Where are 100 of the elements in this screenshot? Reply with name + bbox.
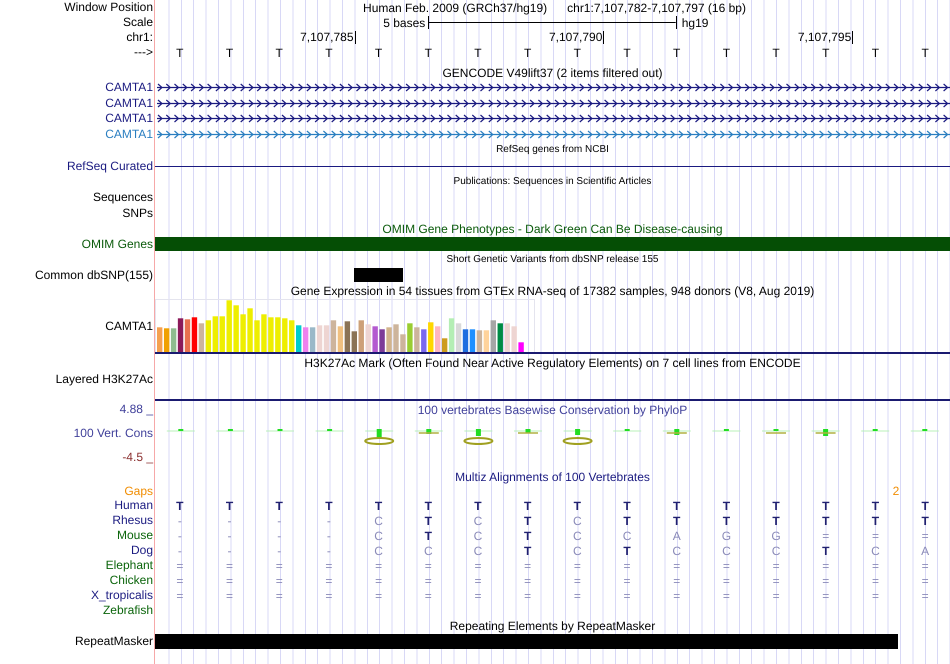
alignment-base: C <box>472 514 484 528</box>
alignment-base: = <box>920 588 930 602</box>
base-letter: T <box>821 46 830 60</box>
track-label[interactable]: Sequences <box>92 190 153 206</box>
base-letter: T <box>722 46 732 60</box>
alignment-base: T <box>771 514 781 528</box>
track-label[interactable]: Layered H3K27Ac <box>56 372 153 387</box>
base-letter: T <box>374 46 384 60</box>
alignment-base: T <box>473 498 483 512</box>
alignment-base: C <box>472 528 484 542</box>
alignment-base: = <box>424 574 433 588</box>
alignment-base: T <box>821 544 830 558</box>
alignment-base: T <box>622 498 632 512</box>
track-title: Gene Expression in 54 tissues from GTEx RNA-seq of 17382 samples, 948 donors (V8, Aug 2019) <box>290 284 814 298</box>
track-title: Short Genetic Variants from dbSNP release 155 <box>446 252 658 266</box>
species-label[interactable]: Mouse <box>116 528 153 543</box>
alignment-base: C <box>671 544 682 558</box>
alignment-base: = <box>324 588 334 602</box>
row-label[interactable]: chr1: <box>126 30 153 45</box>
alignment-base: - <box>226 528 233 542</box>
species-label[interactable]: Zebrafish <box>102 603 153 618</box>
alignment-base: T <box>870 498 880 512</box>
assembly-name: Human Feb. 2009 (GRCh37/hg19) <box>363 0 548 14</box>
alignment-base: C <box>422 544 434 558</box>
row-label[interactable]: Scale <box>122 15 153 30</box>
alignment-base: = <box>572 574 582 588</box>
track-label[interactable]: Common dbSNP(155) <box>34 268 153 282</box>
strand-label[interactable]: ---> <box>134 45 153 60</box>
omim-gene-bar[interactable] <box>155 237 950 251</box>
gene-label[interactable]: CAMTA1 <box>105 80 153 96</box>
alignment-base: - <box>226 514 233 528</box>
repeat-element-bar[interactable] <box>155 634 898 648</box>
species-label[interactable]: Elephant <box>106 558 153 573</box>
gene-feature[interactable] <box>156 114 950 123</box>
alignment-base: = <box>523 558 532 572</box>
expression-bar[interactable] <box>178 318 184 352</box>
track-label[interactable]: 100 Vert. Cons <box>74 426 153 441</box>
alignment-base: = <box>473 588 482 602</box>
gene-label[interactable]: CAMTA1 <box>105 111 153 126</box>
base-letter: T <box>175 46 185 60</box>
track-label[interactable]: SNPs <box>122 206 153 221</box>
alignment-base: - <box>276 514 282 528</box>
alignment-base: = <box>821 528 830 542</box>
alignment-base: C <box>373 528 384 542</box>
alignment-base: = <box>821 558 830 572</box>
alignment-base: - <box>326 528 332 542</box>
alignment-base: T <box>424 498 433 512</box>
track-label[interactable]: CAMTA1 <box>105 319 153 334</box>
expression-bar[interactable] <box>379 329 385 352</box>
alignment-base: C <box>572 514 583 528</box>
alignment-base: C <box>622 528 632 542</box>
expression-bar[interactable] <box>302 327 308 352</box>
alignment-base: = <box>870 528 880 542</box>
expression-bar[interactable] <box>192 317 198 352</box>
gene-feature[interactable] <box>156 99 950 108</box>
base-letter: T <box>672 46 682 60</box>
expression-bar[interactable] <box>372 326 378 352</box>
expression-bar[interactable] <box>421 329 426 352</box>
alignment-base: T <box>722 498 732 512</box>
alignment-base: = <box>672 558 682 572</box>
alignment-base: T <box>622 514 632 528</box>
track-label[interactable]: RepeatMasker <box>74 634 153 648</box>
alignment-base: = <box>622 588 632 602</box>
alignment-base: = <box>374 574 384 588</box>
track-title: H3K27Ac Mark (Often Found Near Active Regulatory Elements) on 7 cell lines from ENCODE <box>304 356 801 370</box>
alignment-base: = <box>920 574 930 588</box>
base-letter: T <box>424 46 433 60</box>
species-label[interactable]: Human <box>114 498 153 513</box>
species-label[interactable]: Dog <box>130 543 153 558</box>
alignment-base: = <box>772 574 781 588</box>
track-title: Repeating Elements by RepeatMasker <box>450 618 656 632</box>
expression-bar[interactable] <box>344 321 350 352</box>
gene-feature[interactable] <box>156 84 950 92</box>
coordinate-tick: 7,107,785 <box>300 31 356 44</box>
base-letter: T <box>473 46 483 60</box>
alignment-base: C <box>472 544 484 558</box>
gene-label[interactable]: CAMTA1 <box>105 126 153 142</box>
variant-feature[interactable] <box>354 268 404 282</box>
alignment-base: = <box>722 574 731 588</box>
alignment-base: = <box>672 574 682 588</box>
alignment-base: = <box>324 574 334 588</box>
alignment-base: = <box>821 574 830 588</box>
gene-label[interactable]: CAMTA1 <box>105 96 153 111</box>
species-label[interactable]: Rhesus <box>112 513 153 528</box>
expression-bar[interactable] <box>470 329 476 352</box>
species-label[interactable]: X_tropicalis <box>90 588 153 603</box>
coordinate-tick: 7,107,790 <box>548 31 604 44</box>
row-label[interactable]: Window Position <box>64 0 153 15</box>
alignment-base: = <box>920 528 930 542</box>
track-label[interactable]: OMIM Genes <box>82 236 153 252</box>
track-title: Multiz Alignments of 100 Vertebrates <box>455 470 650 484</box>
species-label[interactable]: Chicken <box>110 573 153 588</box>
alignment-base: = <box>374 588 384 602</box>
alignment-base: C <box>572 528 583 542</box>
expression-bar[interactable] <box>462 329 468 352</box>
alignment-base: T <box>175 498 185 512</box>
alignment-base: T <box>572 498 582 512</box>
expression-bar[interactable] <box>352 331 357 352</box>
expression-bar[interactable] <box>518 342 524 352</box>
track-label[interactable]: RefSeq Curated <box>66 158 153 174</box>
